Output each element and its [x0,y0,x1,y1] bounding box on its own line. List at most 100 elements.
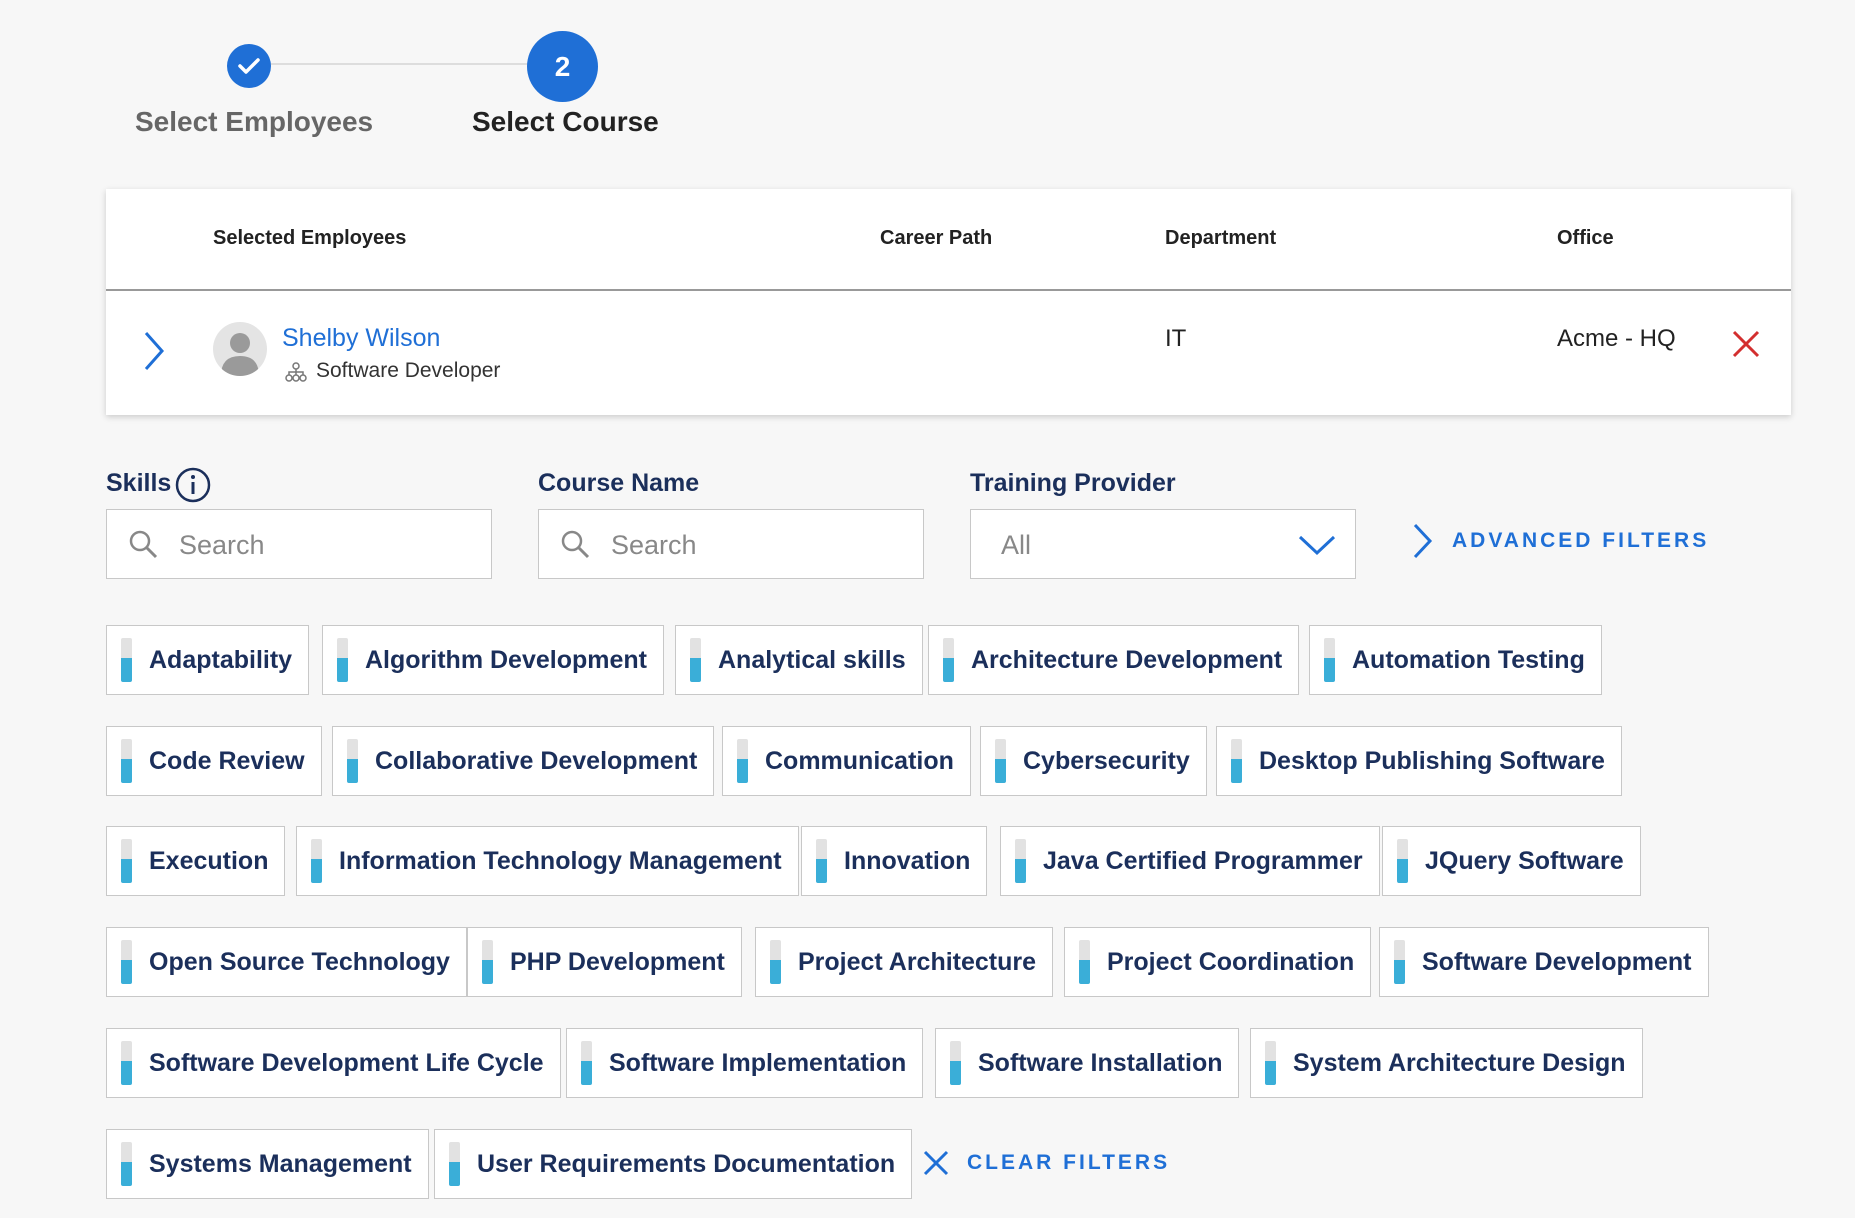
selected-employees-table: Selected Employees Career Path Departmen… [106,189,1791,415]
skill-chip[interactable]: Information Technology Management [296,826,799,896]
skill-level-bar [121,1041,132,1085]
skill-chip-label: JQuery Software [1425,846,1624,875]
step-1-label[interactable]: Select Employees [135,106,373,138]
expand-row-chevron-icon[interactable] [134,329,174,373]
remove-employee-close-icon[interactable] [1731,329,1761,359]
skill-chip-label: Desktop Publishing Software [1259,746,1605,775]
skill-level-bar [1231,739,1242,783]
skill-chip[interactable]: Communication [722,726,971,796]
skill-chip-label: Project Coordination [1107,947,1355,976]
chevron-right-icon [1413,523,1433,559]
course-name-search-input[interactable]: Search [538,509,924,579]
skill-level-bar [1079,940,1090,984]
skill-level-bar [1265,1041,1276,1085]
skill-level-bar [1324,638,1335,682]
skill-chip[interactable]: Analytical skills [675,625,923,695]
training-provider-value: All [1001,530,1032,560]
skill-level-bar [581,1041,592,1085]
skill-level-bar [1015,839,1026,883]
clear-filters-button[interactable]: CLEAR FILTERS [921,1141,1170,1185]
skill-chip[interactable]: Software Development [1379,927,1709,997]
employee-office: Acme - HQ [1557,325,1676,352]
skill-chip[interactable]: Automation Testing [1309,625,1602,695]
skill-chip-label: Project Architecture [798,947,1037,976]
skill-level-bar [482,940,493,984]
skill-chip[interactable]: Software Installation [935,1028,1240,1098]
skill-chip[interactable]: Project Coordination [1064,927,1372,997]
skills-label: Skills [106,469,172,497]
skill-chip[interactable]: Innovation [801,826,988,896]
skill-level-bar [337,638,348,682]
skill-chip[interactable]: PHP Development [467,927,742,997]
skill-chip[interactable]: Software Development Life Cycle [106,1028,561,1098]
skill-chip-label: Software Development Life Cycle [149,1048,544,1077]
header-office: Office [1557,227,1614,249]
skills-search-placeholder: Search [179,530,265,560]
skill-chip-label: Innovation [844,846,971,875]
org-chart-icon [285,361,307,383]
skill-level-bar [121,638,132,682]
skill-chip[interactable]: Cybersecurity [980,726,1207,796]
skill-chip-label: Cybersecurity [1023,746,1190,775]
skill-level-bar [121,739,132,783]
skill-level-bar [121,839,132,883]
skill-chip-label: Software Implementation [609,1048,907,1077]
skill-chip[interactable]: Systems Management [106,1129,429,1199]
skill-level-bar [737,739,748,783]
skill-chip[interactable]: Code Review [106,726,322,796]
skill-chip[interactable]: Software Implementation [566,1028,924,1098]
training-provider-select[interactable]: All [970,509,1356,579]
skill-chip[interactable]: Collaborative Development [332,726,715,796]
table-header: Selected Employees Career Path Departmen… [106,189,1791,291]
skills-search-input[interactable]: Search [106,509,492,579]
skill-chip-label: Automation Testing [1352,645,1585,674]
training-provider-label: Training Provider [970,469,1176,497]
skill-level-bar [950,1041,961,1085]
skill-chip[interactable]: JQuery Software [1382,826,1641,896]
advanced-filters-button[interactable]: ADVANCED FILTERS [1410,519,1709,563]
skill-chip-label: System Architecture Design [1293,1048,1626,1077]
skill-level-bar [943,638,954,682]
skill-chip[interactable]: Architecture Development [928,625,1300,695]
search-icon [561,530,590,559]
employee-name-link[interactable]: Shelby Wilson [282,324,440,353]
skill-chip[interactable]: Desktop Publishing Software [1216,726,1622,796]
skill-level-bar [1397,839,1408,883]
skill-chip[interactable]: Algorithm Development [322,625,664,695]
skill-chip-label: Architecture Development [971,645,1283,674]
header-selected-employees: Selected Employees [213,227,407,249]
stepper: Select Employees 2 Select Course [0,0,800,160]
skill-chip[interactable]: Open Source Technology [106,927,467,997]
skill-chip[interactable]: Adaptability [106,625,310,695]
skill-chip-label: Collaborative Development [375,746,698,775]
skill-level-bar [121,1142,132,1186]
clear-filters-label: CLEAR FILTERS [967,1151,1171,1174]
step-2-label: Select Course [472,106,659,137]
skill-chip-label: Systems Management [149,1149,412,1178]
skill-level-bar [995,739,1006,783]
step-2-number: 2 [527,31,598,102]
skill-chip[interactable]: User Requirements Documentation [434,1129,913,1199]
info-icon[interactable] [174,466,212,504]
skill-chip-label: Software Development [1422,947,1692,976]
search-icon [129,530,158,559]
skill-chip[interactable]: Execution [106,826,286,896]
skill-chip-label: Adaptability [149,645,293,674]
advanced-filters-label: ADVANCED FILTERS [1452,529,1710,552]
skill-chip[interactable]: Java Certified Programmer [1000,826,1380,896]
avatar [213,322,267,376]
skill-chip-label: Open Source Technology [149,947,450,976]
skill-chip[interactable]: System Architecture Design [1250,1028,1643,1098]
header-career-path: Career Path [880,227,993,249]
course-search-placeholder: Search [611,530,697,560]
employee-role: Software Developer [316,359,501,382]
skill-chip-label: Analytical skills [718,645,906,674]
close-icon [923,1150,949,1176]
step-1-complete-icon[interactable] [227,44,271,88]
skill-level-bar [347,739,358,783]
skill-chip-label: Communication [765,746,954,775]
skill-level-bar [816,839,827,883]
skill-chip-label: PHP Development [510,947,725,976]
skill-chip[interactable]: Project Architecture [755,927,1054,997]
skill-level-bar [449,1142,460,1186]
